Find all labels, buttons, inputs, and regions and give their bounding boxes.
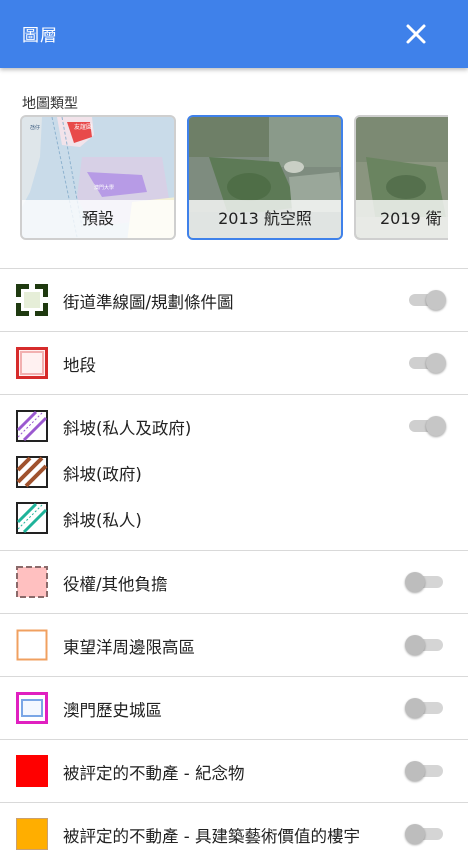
layer-row-slope-all: 斜坡(私人及政府) xyxy=(0,403,468,449)
divider xyxy=(0,268,468,269)
layer-label: 斜坡(私人及政府) xyxy=(63,419,192,438)
toggle-knob xyxy=(426,290,446,310)
divider xyxy=(0,739,468,740)
map-type-caption: 2013 航空照 xyxy=(189,200,341,238)
toggle-knob xyxy=(426,353,446,373)
layer-row-street-alignment: 街道準線圖/規劃條件圖 xyxy=(0,277,468,323)
layer-label: 地段 xyxy=(63,356,96,375)
orange-filled-square-icon xyxy=(16,818,48,850)
magenta-blue-square-icon xyxy=(16,692,48,724)
toggle-knob xyxy=(405,572,425,592)
divider xyxy=(0,331,468,332)
layer-toggle-historic-centre[interactable] xyxy=(405,698,447,718)
layer-label: 斜坡(政府) xyxy=(63,465,142,484)
layer-row-slope-private: 斜坡(私人) xyxy=(0,495,468,541)
divider xyxy=(0,676,468,677)
toggle-knob xyxy=(405,761,425,781)
divider xyxy=(0,550,468,551)
layer-toggle-lots[interactable] xyxy=(407,353,447,373)
layer-label: 被評定的不動產 - 具建築藝術價值的樓宇 xyxy=(63,827,360,846)
layer-toggle-height-limit[interactable] xyxy=(405,635,447,655)
divider xyxy=(0,394,468,395)
layer-toggle-street-alignment[interactable] xyxy=(407,290,447,310)
close-icon xyxy=(406,24,426,44)
layer-label: 東望洋周邊限高區 xyxy=(63,638,195,657)
map-type-label: 地圖類型 xyxy=(22,96,78,112)
bottom-tag: 澳門大學 xyxy=(94,184,114,191)
close-button[interactable] xyxy=(398,16,434,52)
divider xyxy=(0,613,468,614)
layer-label: 街道準線圖/規劃條件圖 xyxy=(63,293,234,312)
layer-label: 役權/其他負擔 xyxy=(63,575,168,594)
pink-dashed-square-icon xyxy=(16,566,48,598)
layer-row-architectural-building: 被評定的不動產 - 具建築藝術價值的樓宇 xyxy=(0,811,468,852)
map-type-list: 友誼圓 氹仔 澳門大學 預設 2013 航空照 2019 衛 xyxy=(20,115,448,241)
layer-toggle-slope[interactable] xyxy=(407,416,447,436)
map-type-default[interactable]: 友誼圓 氹仔 澳門大學 預設 xyxy=(20,115,176,240)
app-bar: 圖層 xyxy=(0,0,468,68)
map-type-aerial-2013[interactable]: 2013 航空照 xyxy=(187,115,343,240)
layer-toggle-easement[interactable] xyxy=(405,572,447,592)
red-filled-square-icon xyxy=(16,755,48,787)
toggle-knob xyxy=(405,824,425,844)
dark-green-dashed-square-icon xyxy=(16,284,48,316)
district-tag: 氹仔 xyxy=(30,124,40,131)
layer-row-historic-centre: 澳門歷史城區 xyxy=(0,685,468,731)
layer-row-slope-government: 斜坡(政府) xyxy=(0,449,468,495)
page-title: 圖層 xyxy=(22,26,58,46)
brown-hatched-square-icon xyxy=(16,456,48,488)
teal-hatched-square-icon xyxy=(16,502,48,534)
layer-label: 被評定的不動產 - 紀念物 xyxy=(63,764,245,783)
toggle-knob xyxy=(426,416,446,436)
layer-toggle-monument[interactable] xyxy=(405,761,447,781)
red-outline-square-icon xyxy=(16,347,48,379)
layer-toggle-architectural-building[interactable] xyxy=(405,824,447,844)
layer-label: 澳門歷史城區 xyxy=(63,701,162,720)
layer-row-easement: 役權/其他負擔 xyxy=(0,559,468,605)
layer-label: 斜坡(私人) xyxy=(63,511,142,530)
divider xyxy=(0,802,468,803)
layer-row-height-limit: 東望洋周邊限高區 xyxy=(0,622,468,668)
map-type-satellite-2019[interactable]: 2019 衛 xyxy=(354,115,448,240)
toggle-knob xyxy=(405,635,425,655)
layer-row-lots: 地段 xyxy=(0,340,468,386)
purple-hatched-square-icon xyxy=(16,410,48,442)
layer-row-monument: 被評定的不動產 - 紀念物 xyxy=(0,748,468,794)
toggle-knob xyxy=(405,698,425,718)
map-type-caption: 預設 xyxy=(22,200,174,238)
road-tag: 友誼圓 xyxy=(74,123,92,131)
orange-outline-square-icon xyxy=(16,629,48,661)
map-type-caption: 2019 衛 xyxy=(356,200,448,238)
